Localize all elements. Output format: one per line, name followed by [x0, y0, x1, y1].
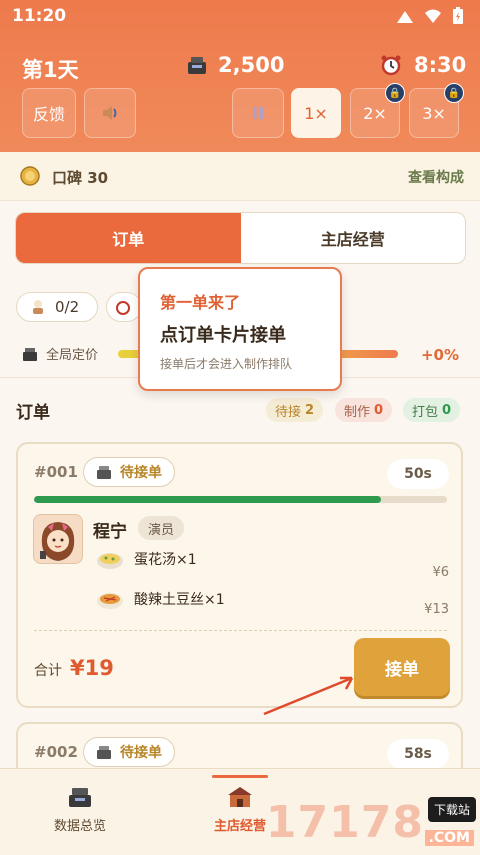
- tooltip-title: 第一单来了: [160, 293, 241, 312]
- battery-icon: [453, 7, 463, 24]
- total-label: 合计: [34, 663, 62, 679]
- speed-3x-label: 3×: [422, 103, 446, 123]
- order-timer: 50s: [387, 459, 449, 489]
- chip-cooking-count: 0: [374, 402, 384, 418]
- order-progress-fill: [34, 496, 381, 503]
- chef-icon: [33, 300, 43, 314]
- speed-1x-label: 1×: [304, 103, 328, 123]
- tutorial-tooltip: 第一单来了 点订单卡片接单 接单后才会进入制作排队: [138, 267, 342, 391]
- reputation-bar: 口碑 30 查看构成: [0, 152, 480, 201]
- top-header: 11:20 第1天 2,500 8:30 反馈 1× 2× 🔒 3× 🔒: [0, 0, 480, 152]
- nav-overview[interactable]: 数据总览: [20, 785, 140, 834]
- order-status-label: 待接单: [120, 465, 162, 481]
- timer-pill[interactable]: [106, 292, 142, 322]
- money-display: 2,500: [186, 53, 284, 77]
- tooltip-headline: 点订单卡片接单: [160, 325, 286, 346]
- nav-main-store[interactable]: 主店经营: [180, 785, 300, 834]
- order-item: 蛋花汤×1: [96, 548, 197, 570]
- card-divider: [34, 630, 447, 631]
- lock-icon: 🔒: [444, 83, 464, 103]
- speed-1x-button[interactable]: 1×: [291, 88, 341, 138]
- order-timer: 58s: [387, 739, 449, 769]
- order-card-001[interactable]: #001 待接单 50s 程宁 演员 蛋花汤×1 ¥6 酸辣土豆丝×1 ¥13 …: [16, 442, 463, 708]
- chip-packing[interactable]: 打包 0: [403, 398, 461, 422]
- alarm-clock-icon: [381, 55, 401, 76]
- chip-packing-label: 打包: [412, 404, 439, 420]
- sound-button[interactable]: [84, 88, 136, 138]
- game-clock: 8:30: [380, 53, 466, 77]
- order-item: 酸辣土豆丝×1: [96, 588, 225, 610]
- store-icon: [228, 787, 252, 807]
- order-item-price: ¥6: [432, 565, 449, 580]
- chip-pending-label: 待接: [275, 404, 302, 420]
- wifi-icon: [425, 9, 441, 23]
- feedback-label: 反馈: [32, 105, 65, 124]
- cash-register-icon: [97, 466, 111, 479]
- tab-orders[interactable]: 订单: [16, 213, 241, 263]
- chip-cooking-label: 制作: [344, 404, 371, 420]
- speaker-mute-icon: [103, 106, 117, 120]
- tooltip-subtext: 接单后才会进入制作排队: [160, 357, 293, 371]
- order-id: #001: [34, 463, 78, 481]
- status-bar: 11:20: [0, 0, 480, 32]
- order-status: 待接单: [83, 457, 175, 487]
- chip-cooking[interactable]: 制作 0: [335, 398, 393, 422]
- speed-3x-button[interactable]: 3× 🔒: [409, 83, 464, 138]
- order-item-price: ¥13: [424, 602, 449, 617]
- nav-active-indicator: [212, 775, 268, 778]
- egg-soup-icon: [97, 553, 123, 569]
- order-status: 待接单: [83, 737, 175, 767]
- signal-icon: [397, 11, 413, 23]
- global-pricing: 全局定价: [22, 344, 98, 363]
- reputation-label: 口碑 30: [52, 169, 109, 187]
- money-value: 2,500: [218, 53, 285, 77]
- nav-overview-label: 数据总览: [53, 819, 106, 834]
- status-icons: [396, 7, 464, 25]
- status-time: 11:20: [12, 6, 67, 26]
- nav-main-store-label: 主店经营: [213, 819, 266, 834]
- order-status-label: 待接单: [120, 745, 162, 761]
- cash-register-icon: [188, 57, 206, 74]
- chip-packing-count: 0: [442, 402, 452, 418]
- pricing-label: 全局定价: [46, 348, 99, 363]
- reputation-coin-icon: [20, 166, 40, 186]
- order-item-name: 酸辣土豆丝×1: [134, 592, 225, 608]
- clock-value: 8:30: [414, 53, 467, 77]
- watermark-suffix: .COM: [424, 830, 474, 846]
- total-value: ¥19: [70, 656, 114, 680]
- tab-main-store[interactable]: 主店经营: [241, 213, 466, 263]
- potato-dish-icon: [97, 593, 123, 609]
- main-tabs: 订单 主店经营: [15, 212, 466, 264]
- speed-2x-button[interactable]: 2× 🔒: [350, 83, 405, 138]
- orders-title: 订单: [16, 403, 50, 423]
- pointer-arrow-icon: [263, 676, 354, 716]
- chip-pending[interactable]: 待接 2: [266, 398, 324, 422]
- speed-2x-label: 2×: [363, 103, 387, 123]
- order-id: #002: [34, 743, 78, 761]
- staff-count: 0/2: [55, 298, 80, 316]
- order-progress-bar: [34, 496, 447, 503]
- alarm-clock-icon: [116, 301, 130, 315]
- chip-pending-count: 2: [305, 402, 315, 418]
- day-counter: 第1天: [22, 58, 79, 82]
- cash-register-icon: [23, 347, 37, 361]
- pause-icon: [253, 107, 263, 119]
- pricing-value: +0%: [420, 346, 459, 364]
- customer-name: 程宁: [93, 522, 127, 542]
- pause-button[interactable]: [232, 88, 284, 138]
- lock-icon: 🔒: [385, 83, 405, 103]
- view-composition-link[interactable]: 查看构成: [408, 167, 464, 187]
- bottom-nav: 数据总览 主店经营: [0, 768, 480, 855]
- order-item-name: 蛋花汤×1: [134, 552, 197, 568]
- staff-pill[interactable]: 0/2: [16, 292, 98, 322]
- order-total: 合计 ¥19: [34, 656, 114, 680]
- customer-avatar: [33, 514, 83, 564]
- customer-role: 演员: [138, 516, 185, 540]
- cash-register-icon: [97, 746, 111, 759]
- cash-register-icon: [69, 788, 91, 807]
- feedback-button[interactable]: 反馈: [22, 88, 76, 138]
